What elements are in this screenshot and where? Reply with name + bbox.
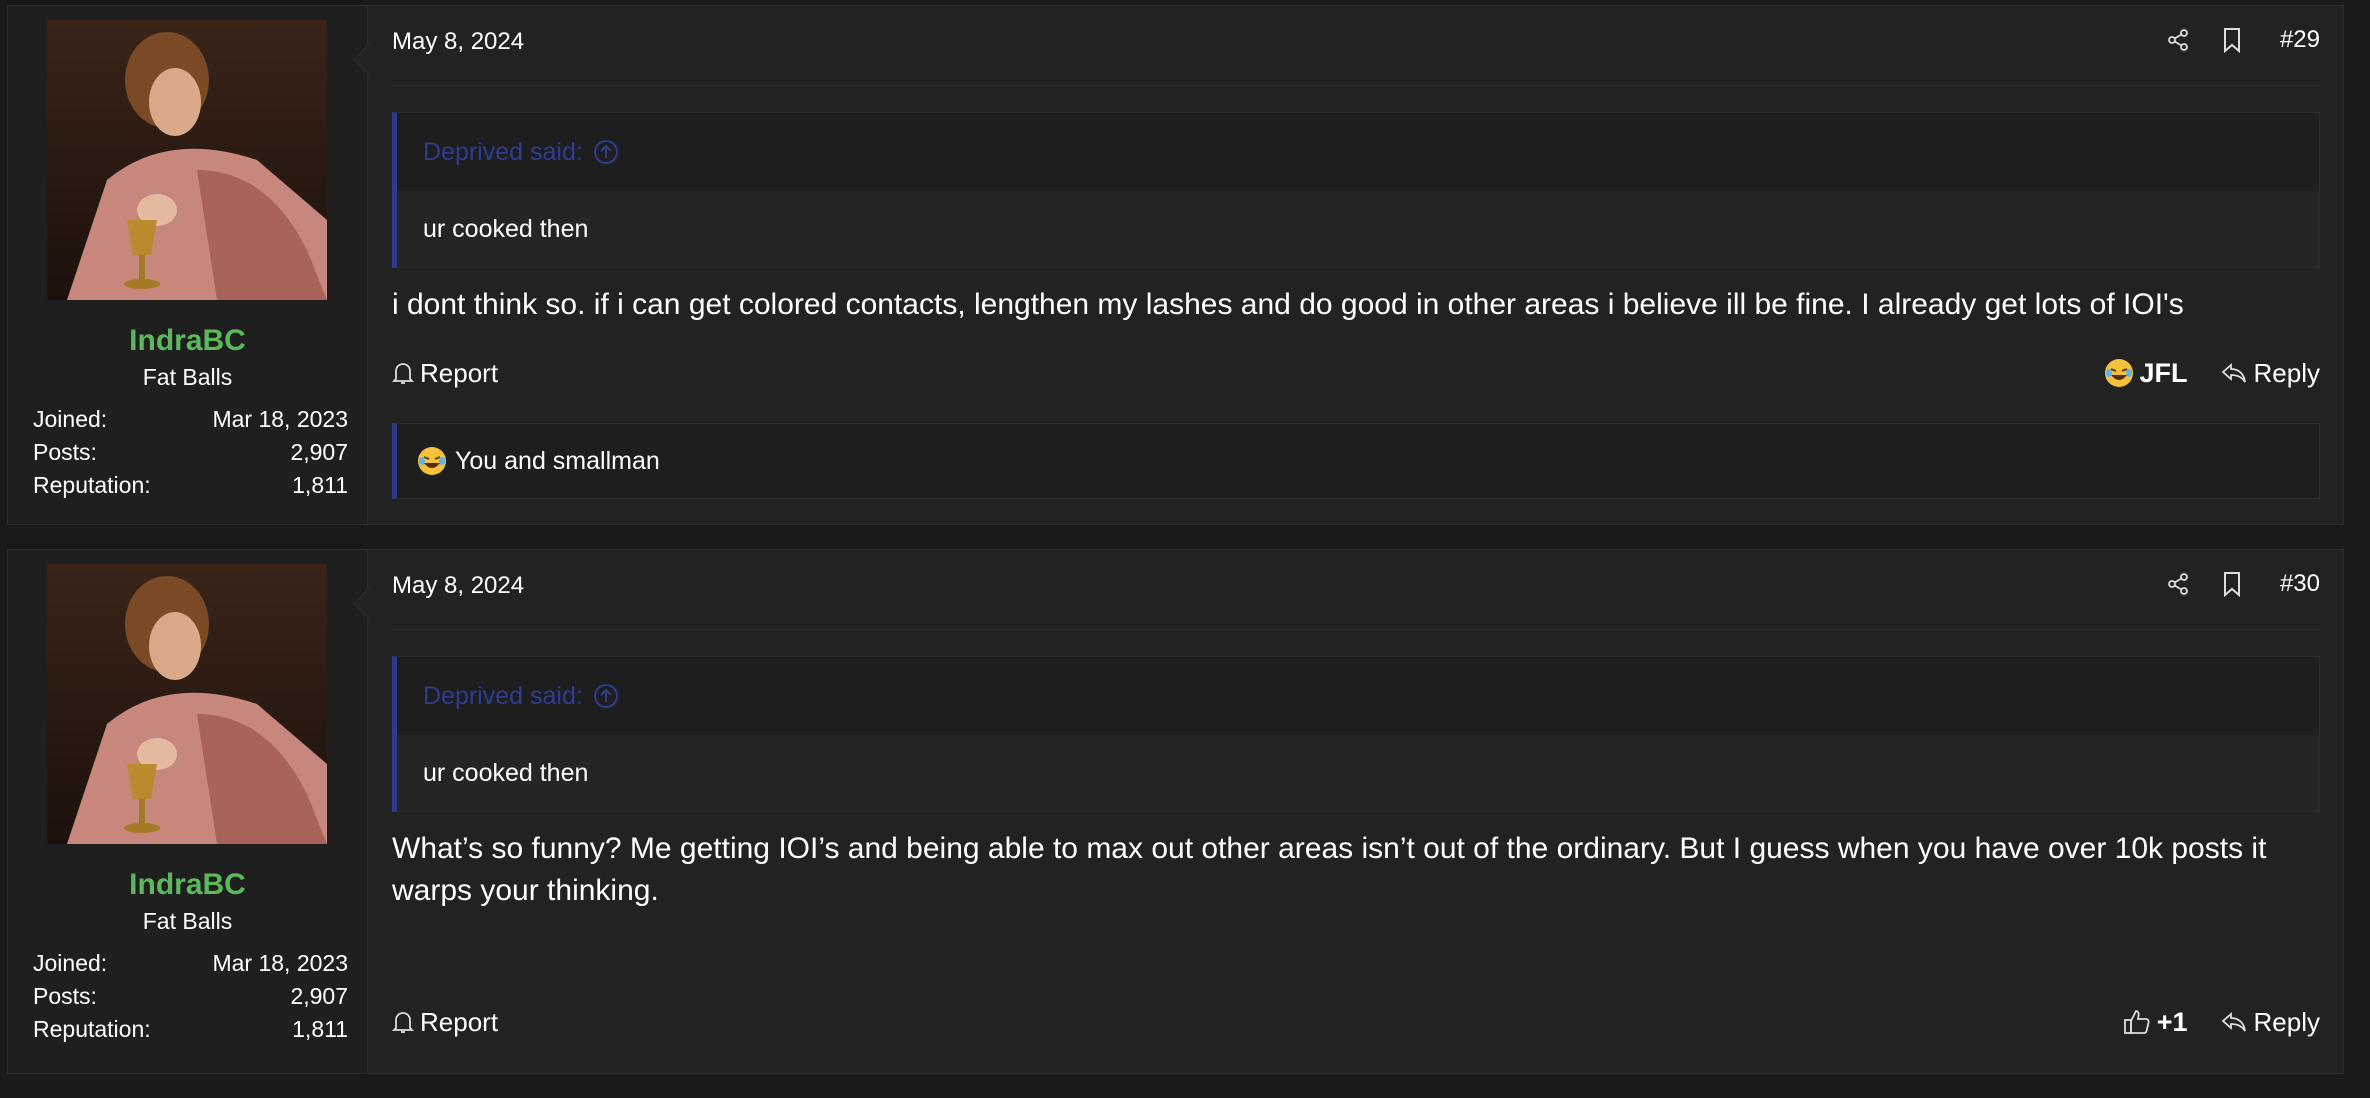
like-button[interactable]: +1 xyxy=(2123,1007,2188,1038)
footer-actions: JFL Reply xyxy=(2104,358,2320,389)
stat-value: Mar 18, 2023 xyxy=(212,950,348,976)
post-main: May 8, 2024 #30 Deprived said: ur cooked… xyxy=(392,550,2320,1073)
stat-posts: Posts: 2,907 xyxy=(33,980,348,1013)
stat-label: Joined: xyxy=(33,406,108,432)
stat-label: Joined: xyxy=(33,950,108,976)
stat-joined: Joined: Mar 18, 2023 xyxy=(33,947,348,980)
username[interactable]: IndraBC xyxy=(8,324,367,358)
laughing-emoji-icon xyxy=(418,447,446,475)
avatar[interactable] xyxy=(47,20,327,300)
username[interactable]: IndraBC xyxy=(8,868,367,902)
stat-joined: Joined: Mar 18, 2023 xyxy=(33,403,348,436)
reply-arrow-icon xyxy=(2221,1012,2246,1032)
stat-value: Mar 18, 2023 xyxy=(212,406,348,432)
stat-value: 1,811 xyxy=(292,1016,348,1042)
arrow-up-circle-icon[interactable] xyxy=(593,683,619,709)
report-button[interactable]: Report xyxy=(392,1007,498,1038)
post-footer: Report JFL Reply xyxy=(392,353,2320,393)
post-footer: Report +1 Reply xyxy=(392,1002,2320,1042)
post-number[interactable]: #29 xyxy=(2280,26,2320,54)
quote-block: Deprived said: ur cooked then xyxy=(392,656,2320,812)
bell-icon xyxy=(392,363,414,384)
quote-header[interactable]: Deprived said: xyxy=(397,657,2319,735)
stat-reputation: Reputation: 1,811 xyxy=(33,469,348,502)
divider xyxy=(392,85,2320,86)
post-message: i dont think so. if i can get colored co… xyxy=(392,288,2184,321)
stat-value: 1,811 xyxy=(292,472,348,498)
post-date[interactable]: May 8, 2024 xyxy=(392,572,524,600)
avatar-pointer xyxy=(353,43,386,76)
share-icon[interactable] xyxy=(2164,26,2192,54)
reaction-label: JFL xyxy=(2139,357,2188,388)
post-30: IndraBC Fat Balls Joined: Mar 18, 2023 P… xyxy=(7,549,2344,1074)
footer-actions: +1 Reply xyxy=(2123,1007,2320,1038)
share-icon[interactable] xyxy=(2164,570,2192,598)
like-count: +1 xyxy=(2156,1006,2188,1037)
reply-arrow-icon xyxy=(2221,363,2246,383)
reaction-summary-text[interactable]: You and smallman xyxy=(455,447,660,476)
divider xyxy=(392,629,2320,630)
quote-text: ur cooked then xyxy=(397,191,2319,267)
report-label: Report xyxy=(420,1006,499,1037)
quote-header[interactable]: Deprived said: xyxy=(397,113,2319,191)
post-date[interactable]: May 8, 2024 xyxy=(392,28,524,56)
arrow-up-circle-icon[interactable] xyxy=(593,139,619,165)
stat-label: Reputation: xyxy=(33,1016,151,1042)
thumbs-up-icon xyxy=(2123,1010,2150,1034)
reply-button[interactable]: Reply xyxy=(2220,1007,2320,1038)
avatar-pointer xyxy=(353,587,386,620)
reply-button[interactable]: Reply xyxy=(2220,358,2320,389)
stat-label: Posts: xyxy=(33,983,97,1009)
post-29: IndraBC Fat Balls Joined: Mar 18, 2023 P… xyxy=(7,5,2344,525)
avatar[interactable] xyxy=(47,564,327,844)
post-number[interactable]: #30 xyxy=(2280,570,2320,598)
post-header-actions: #29 xyxy=(2164,26,2320,54)
quote-text: ur cooked then xyxy=(397,735,2319,811)
user-info: IndraBC Fat Balls Joined: Mar 18, 2023 P… xyxy=(8,550,386,1073)
user-title: Fat Balls xyxy=(142,908,233,934)
bookmark-icon[interactable] xyxy=(2218,570,2246,598)
bookmark-icon[interactable] xyxy=(2218,26,2246,54)
stat-reputation: Reputation: 1,811 xyxy=(33,1013,348,1046)
stat-label: Posts: xyxy=(33,439,97,465)
post-message: What’s so funny? Me getting IOI’s and be… xyxy=(392,832,2267,907)
user-title: Fat Balls xyxy=(142,364,233,390)
stat-posts: Posts: 2,907 xyxy=(33,436,348,469)
quote-block: Deprived said: ur cooked then xyxy=(392,112,2320,268)
bell-icon xyxy=(392,1012,414,1033)
reply-label: Reply xyxy=(2253,357,2320,388)
reply-label: Reply xyxy=(2253,1006,2320,1037)
report-label: Report xyxy=(420,357,499,388)
user-stats: Joined: Mar 18, 2023 Posts: 2,907 Reputa… xyxy=(33,403,348,502)
stat-label: Reputation: xyxy=(33,472,151,498)
quote-author[interactable]: Deprived said: xyxy=(423,138,583,167)
laughing-emoji-icon xyxy=(2104,359,2133,387)
stat-value[interactable]: 2,907 xyxy=(290,980,348,1013)
quote-author[interactable]: Deprived said: xyxy=(423,682,583,711)
reaction-summary[interactable]: You and smallman xyxy=(392,423,2320,499)
reaction-button[interactable]: JFL xyxy=(2104,358,2188,389)
stat-value[interactable]: 2,907 xyxy=(290,436,348,469)
user-info: IndraBC Fat Balls Joined: Mar 18, 2023 P… xyxy=(8,6,386,524)
user-stats: Joined: Mar 18, 2023 Posts: 2,907 Reputa… xyxy=(33,947,348,1046)
report-button[interactable]: Report xyxy=(392,358,498,389)
post-header-actions: #30 xyxy=(2164,570,2320,598)
post-main: May 8, 2024 #29 Deprived said: ur cooked… xyxy=(392,6,2320,524)
